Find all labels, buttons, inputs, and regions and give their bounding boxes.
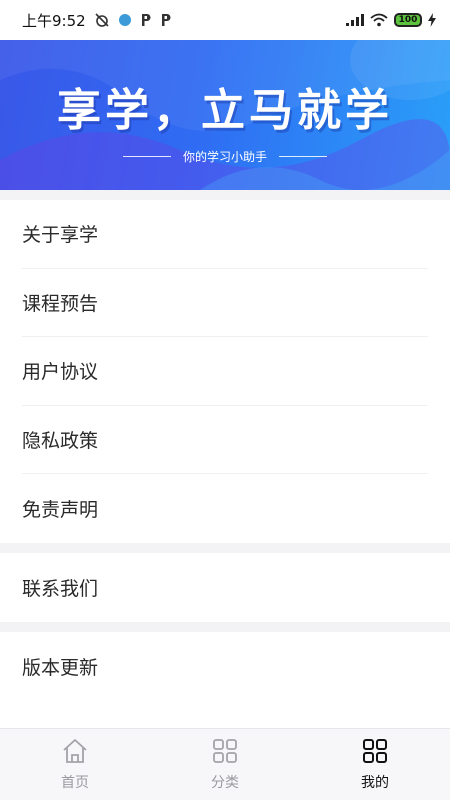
tab-home[interactable]: 首页	[0, 729, 150, 800]
tab-category-label: 分类	[211, 774, 239, 791]
menu-item-course-preview[interactable]: 课程预告	[22, 269, 428, 337]
battery-indicator: 100	[394, 13, 422, 27]
bottom-tab-bar: 首页 分类 我的	[0, 728, 450, 800]
menu-item-privacy-policy[interactable]: 隐私政策	[22, 406, 428, 474]
tab-home-label: 首页	[61, 774, 89, 791]
divider-line-left	[122, 156, 171, 157]
signal-icon	[346, 14, 364, 26]
menu-item-about[interactable]: 关于享学	[22, 200, 428, 269]
status-bar: 上午9:52 100	[0, 0, 450, 40]
alarm-off-icon	[94, 12, 110, 28]
divider-line-right	[279, 156, 327, 157]
menu-item-user-agreement[interactable]: 用户协议	[22, 337, 428, 406]
menu-item-version-update[interactable]: 版本更新	[22, 632, 428, 701]
menu-group-update: 版本更新	[0, 632, 450, 728]
hero-banner: 享学，立马就学 你的学习小助手	[0, 40, 450, 190]
menu-item-label: 版本更新	[22, 656, 99, 679]
menu-item-contact-us[interactable]: 联系我们	[22, 553, 428, 622]
grid-icon	[212, 738, 238, 768]
menu-item-label: 用户协议	[22, 361, 99, 384]
menu-item-label: 联系我们	[22, 577, 99, 600]
banner-subtitle-row: 你的学习小助手	[0, 148, 450, 165]
p-notification-icon-2	[160, 13, 172, 27]
p-notification-icon	[140, 13, 152, 27]
menu-item-label: 关于享学	[22, 224, 99, 247]
menu-item-label: 隐私政策	[22, 429, 99, 452]
tab-category[interactable]: 分类	[150, 729, 300, 800]
tab-mine-label: 我的	[361, 774, 389, 791]
tab-mine[interactable]: 我的	[300, 729, 450, 800]
banner-subtitle: 你的学习小助手	[182, 150, 267, 164]
status-time: 上午9:52	[22, 11, 86, 30]
home-icon	[61, 738, 89, 768]
menu-group-contact: 联系我们	[0, 553, 450, 622]
menu-group-info: 关于享学 课程预告 用户协议 隐私政策 免责声明	[0, 200, 450, 543]
menu-item-disclaimer[interactable]: 免责声明	[22, 474, 428, 543]
app-notification-icon	[118, 13, 132, 27]
menu-item-label: 课程预告	[22, 292, 99, 315]
charging-icon	[428, 13, 436, 27]
wifi-icon	[370, 13, 388, 27]
grid-icon	[362, 738, 388, 768]
menu-item-label: 免责声明	[22, 498, 99, 521]
banner-title: 享学，立马就学	[57, 85, 393, 136]
